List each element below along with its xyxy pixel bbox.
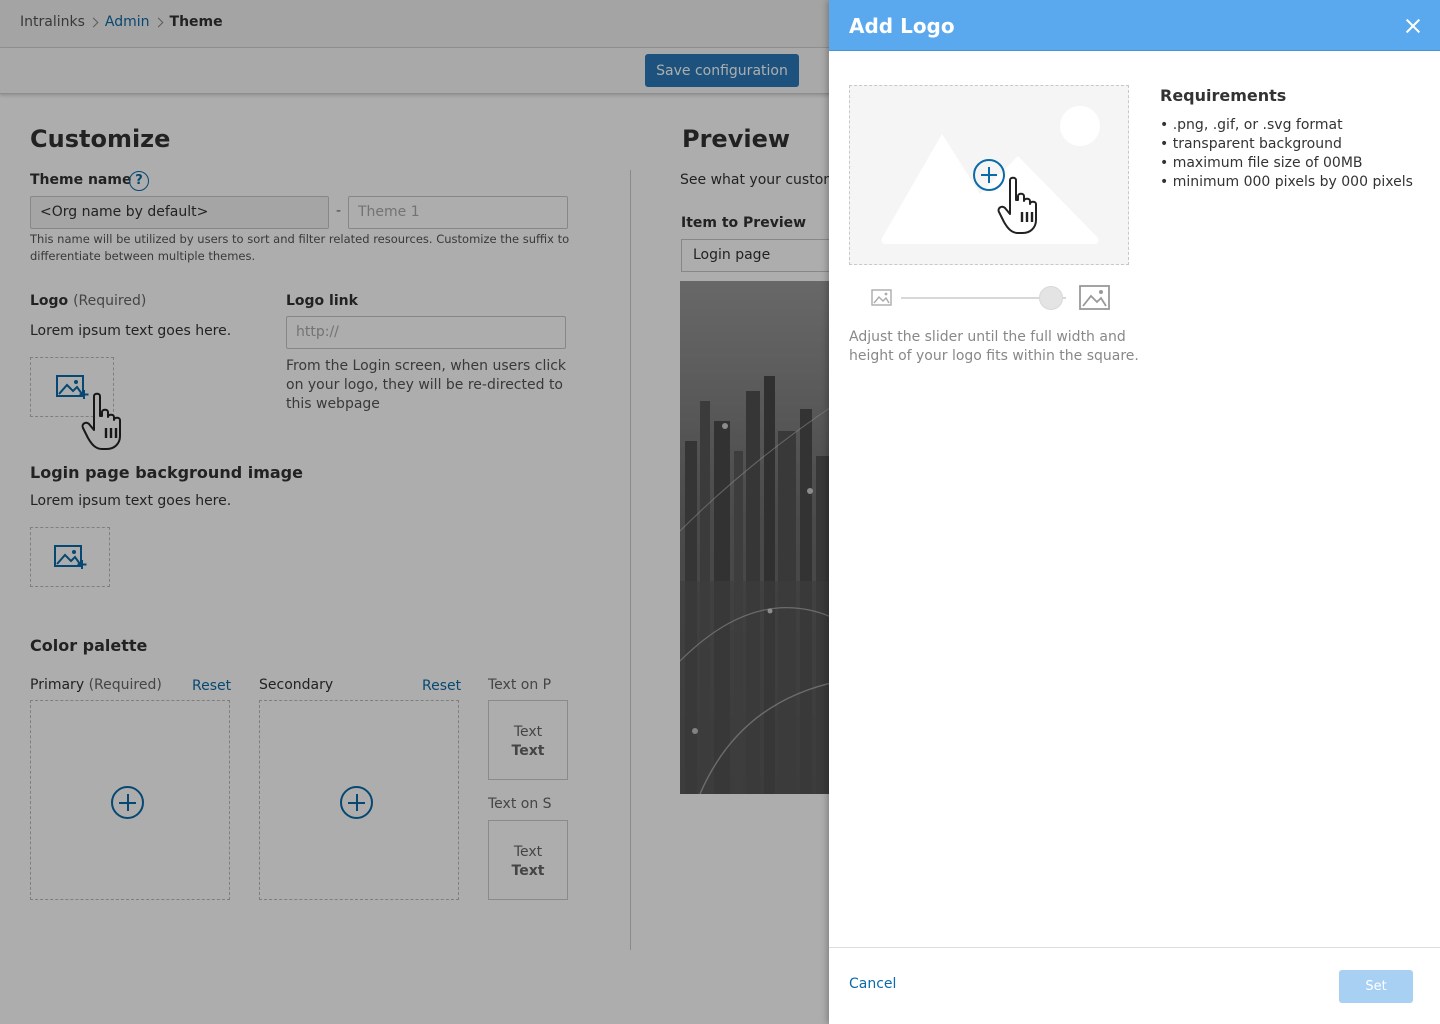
image-large-icon xyxy=(1079,285,1110,310)
cancel-button[interactable]: Cancel xyxy=(849,976,896,992)
close-icon[interactable] xyxy=(1403,16,1423,36)
requirement-item: minimum 000 pixels by 000 pixels xyxy=(1160,173,1413,192)
adjust-instructions: Adjust the slider until the full width a… xyxy=(849,328,1139,366)
adjust-line: height of your logo fits within the squa… xyxy=(849,348,1139,364)
set-button[interactable]: Set xyxy=(1339,970,1413,1003)
drawer-title: Add Logo xyxy=(849,14,955,38)
slider-thumb[interactable] xyxy=(1039,286,1063,310)
hand-cursor-icon xyxy=(997,176,1037,234)
add-logo-drawer: Add Logo Adjust the slider until the ful… xyxy=(829,0,1440,1024)
requirement-item: transparent background xyxy=(1160,135,1413,154)
drawer-header: Add Logo xyxy=(829,0,1440,51)
requirements-list: .png, .gif, or .svg format transparent b… xyxy=(1160,116,1413,192)
image-small-icon xyxy=(871,289,892,306)
adjust-line: Adjust the slider until the full width a… xyxy=(849,329,1126,345)
zoom-slider[interactable] xyxy=(869,284,1119,312)
requirements-title: Requirements xyxy=(1160,86,1287,105)
requirement-item: .png, .gif, or .svg format xyxy=(1160,116,1413,135)
requirement-item: maximum file size of 00MB xyxy=(1160,154,1413,173)
drawer-footer: Cancel Set xyxy=(829,947,1440,1024)
